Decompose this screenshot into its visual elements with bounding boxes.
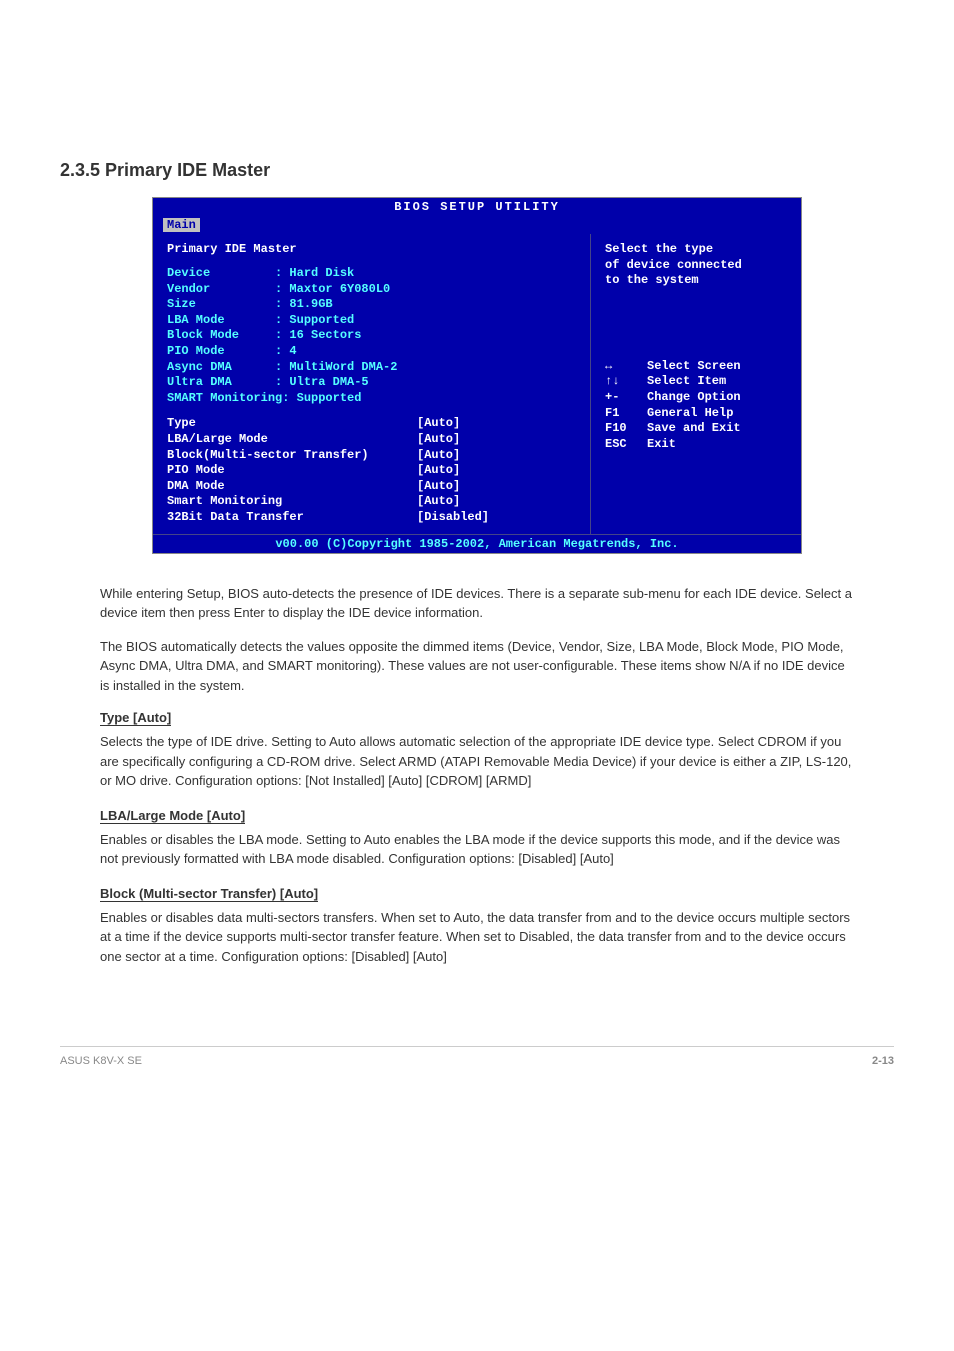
nav-key: ESC [605, 437, 647, 453]
bios-nav-block: ↔ Select Screen ↑↓ Select Item +- Change… [605, 359, 787, 453]
bios-info-row: Size : 81.9GB [167, 297, 576, 313]
bios-info-row: Async DMA : MultiWord DMA-2 [167, 360, 576, 376]
bios-screenshot: BIOS SETUP UTILITY Main Primary IDE Mast… [152, 197, 802, 554]
setting-value[interactable]: [Auto] [417, 494, 460, 510]
nav-row: ESC Exit [605, 437, 787, 453]
bios-info-row: LBA Mode : Supported [167, 313, 576, 329]
setting-label: DMA Mode [167, 479, 417, 495]
setting-value[interactable]: [Auto] [417, 463, 460, 479]
nav-key: F10 [605, 421, 647, 437]
bios-setting-lba[interactable]: LBA/Large Mode [Auto] [167, 432, 576, 448]
help-line: Select the type [605, 242, 787, 258]
setting-label: 32Bit Data Transfer [167, 510, 417, 526]
nav-row: F1 General Help [605, 406, 787, 422]
bios-setting-dma[interactable]: DMA Mode [Auto] [167, 479, 576, 495]
bios-left-panel: Primary IDE Master Device : Hard Disk Ve… [153, 234, 591, 534]
bios-settings-block: Type [Auto] LBA/Large Mode [Auto] Block(… [167, 416, 576, 525]
bios-info-row: Vendor : Maxtor 6Y080L0 [167, 282, 576, 298]
help-line: to the system [605, 273, 787, 289]
bios-setting-block[interactable]: Block(Multi-sector Transfer) [Auto] [167, 448, 576, 464]
lba-heading: LBA/Large Mode [Auto] [100, 808, 245, 824]
nav-label: Save and Exit [647, 421, 741, 437]
nav-key: F1 [605, 406, 647, 422]
block-paragraph: Enables or disables data multi-sectors t… [100, 908, 854, 967]
bios-info-row: Device : Hard Disk [167, 266, 576, 282]
nav-row: F10 Save and Exit [605, 421, 787, 437]
nav-key: ↔ [605, 359, 647, 375]
nav-label: Exit [647, 437, 676, 453]
setting-value[interactable]: [Disabled] [417, 510, 489, 526]
bios-auto-paragraph: The BIOS automatically detects the value… [100, 637, 854, 696]
type-paragraph: Selects the type of IDE drive. Setting t… [100, 732, 854, 791]
nav-row: +- Change Option [605, 390, 787, 406]
section-heading: 2.3.5 Primary IDE Master [60, 160, 894, 181]
nav-label: Select Item [647, 374, 726, 390]
setting-label: Type [167, 416, 417, 432]
lba-paragraph: Enables or disables the LBA mode. Settin… [100, 830, 854, 869]
bios-info-row: SMART Monitoring: Supported [167, 391, 576, 407]
block-heading: Block (Multi-sector Transfer) [Auto] [100, 886, 318, 902]
nav-row: ↑↓ Select Item [605, 374, 787, 390]
nav-key: +- [605, 390, 647, 406]
lba-section: LBA/Large Mode [Auto] Enables or disable… [100, 807, 854, 869]
bios-help-text: Select the type of device connected to t… [605, 242, 787, 289]
setting-value[interactable]: [Auto] [417, 479, 460, 495]
bios-title: BIOS SETUP UTILITY [153, 198, 801, 216]
setting-label: Smart Monitoring [167, 494, 417, 510]
bios-tab-row: Main [153, 216, 801, 234]
bios-footer: v00.00 (C)Copyright 1985-2002, American … [153, 534, 801, 553]
bios-info-row: PIO Mode : 4 [167, 344, 576, 360]
setting-label: Block(Multi-sector Transfer) [167, 448, 417, 464]
bios-setting-pio[interactable]: PIO Mode [Auto] [167, 463, 576, 479]
intro-paragraph: While entering Setup, BIOS auto-detects … [100, 584, 854, 623]
bios-setting-smart[interactable]: Smart Monitoring [Auto] [167, 494, 576, 510]
footer-page-number: 2-13 [872, 1055, 894, 1067]
bios-info-row: Ultra DMA : Ultra DMA-5 [167, 375, 576, 391]
bios-right-panel: Select the type of device connected to t… [591, 234, 801, 534]
setting-label: PIO Mode [167, 463, 417, 479]
setting-value[interactable]: [Auto] [417, 416, 460, 432]
setting-label: LBA/Large Mode [167, 432, 417, 448]
type-section: Type [Auto] Selects the type of IDE driv… [100, 709, 854, 791]
type-heading: Type [Auto] [100, 710, 171, 726]
bios-setting-32bit[interactable]: 32Bit Data Transfer [Disabled] [167, 510, 576, 526]
help-line: of device connected [605, 258, 787, 274]
setting-value[interactable]: [Auto] [417, 448, 460, 464]
setting-value[interactable]: [Auto] [417, 432, 460, 448]
bios-info-block: Device : Hard Disk Vendor : Maxtor 6Y080… [167, 266, 576, 406]
page-footer: ASUS K8V-X SE 2-13 [60, 1046, 894, 1067]
bios-setting-type[interactable]: Type [Auto] [167, 416, 576, 432]
bios-tab-main[interactable]: Main [163, 218, 200, 232]
nav-label: Change Option [647, 390, 741, 406]
footer-left: ASUS K8V-X SE [60, 1055, 142, 1067]
nav-label: Select Screen [647, 359, 741, 375]
bios-info-row: Block Mode : 16 Sectors [167, 328, 576, 344]
nav-label: General Help [647, 406, 733, 422]
nav-row: ↔ Select Screen [605, 359, 787, 375]
bios-panel-title: Primary IDE Master [167, 242, 576, 256]
nav-key: ↑↓ [605, 374, 647, 390]
block-section: Block (Multi-sector Transfer) [Auto] Ena… [100, 885, 854, 967]
